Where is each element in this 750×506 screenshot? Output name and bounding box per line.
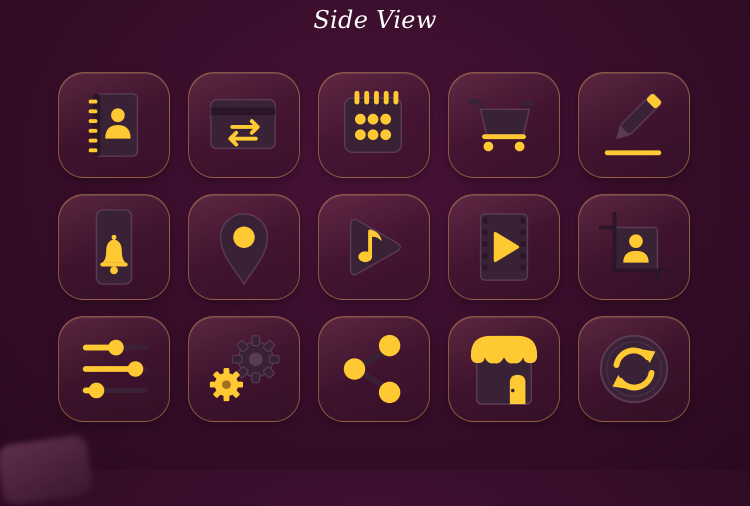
video-player-icon — [479, 213, 529, 281]
tile-settings-sliders[interactable] — [58, 316, 170, 422]
music-play-icon — [349, 218, 402, 276]
tile-transfer-card[interactable] — [188, 72, 300, 178]
tile-music-play[interactable] — [318, 194, 430, 300]
pencil-icon — [604, 93, 662, 156]
tile-pencil[interactable] — [578, 72, 690, 178]
tile-contact-book[interactable] — [58, 72, 170, 178]
gears-icon — [209, 335, 280, 402]
calendar-icon — [344, 90, 403, 154]
share-icon — [343, 334, 401, 404]
blurred-icon-tile — [0, 434, 94, 506]
shopping-cart-icon — [466, 99, 534, 152]
location-pin-icon — [219, 213, 269, 286]
icon-grid — [58, 72, 690, 422]
tile-store[interactable] — [448, 316, 560, 422]
phone-notification-icon — [95, 209, 133, 285]
refresh-icon — [599, 334, 669, 404]
store-icon — [470, 335, 538, 405]
tile-location-pin[interactable] — [188, 194, 300, 300]
transfer-card-icon — [210, 98, 276, 150]
tile-share[interactable] — [318, 316, 430, 422]
settings-sliders-icon — [80, 339, 148, 399]
page-title: Side View — [313, 6, 437, 34]
tile-video-player[interactable] — [448, 194, 560, 300]
tile-shopping-cart[interactable] — [448, 72, 560, 178]
tile-phone-notification[interactable] — [58, 194, 170, 300]
crop-image-icon — [598, 211, 670, 283]
tile-gears[interactable] — [188, 316, 300, 422]
tile-crop-image[interactable] — [578, 194, 690, 300]
tile-calendar[interactable] — [318, 72, 430, 178]
tile-refresh[interactable] — [578, 316, 690, 422]
contact-book-icon — [88, 93, 139, 157]
